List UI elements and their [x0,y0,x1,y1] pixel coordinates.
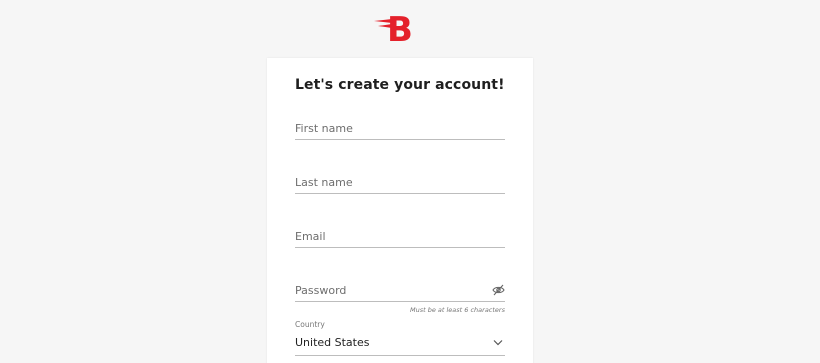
signup-card: Let's create your account! Must be at le… [267,58,533,363]
country-selected-value: United States [295,336,370,349]
country-field-group: Country United States [295,320,505,356]
eye-off-icon[interactable] [492,284,505,296]
country-label: Country [295,320,325,329]
password-hint: Must be at least 6 characters [409,306,505,314]
password-input[interactable] [295,280,505,302]
signup-page: B Let's create your account! Must be at … [0,0,820,363]
chevron-down-icon [493,340,503,346]
email-field-group [295,226,505,248]
country-select[interactable]: United States [295,330,505,356]
logo-letter: B [387,10,413,46]
brand-logo: B [374,10,413,46]
first-name-field-group [295,118,505,140]
first-name-input[interactable] [295,118,505,140]
email-input[interactable] [295,226,505,248]
last-name-field-group [295,172,505,194]
page-title: Let's create your account! [295,77,505,93]
last-name-input[interactable] [295,172,505,194]
password-field-group: Must be at least 6 characters [295,280,505,314]
